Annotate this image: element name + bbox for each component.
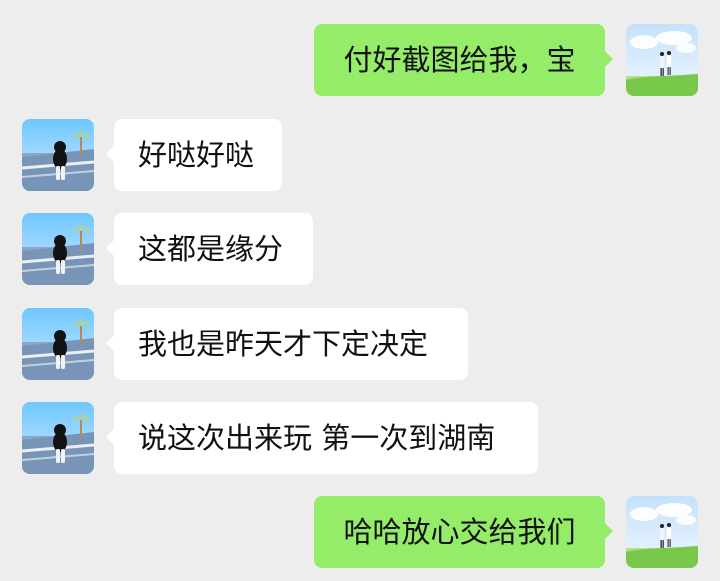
message-row-other-3: 我也是昨天才下定决定 [0, 308, 720, 380]
message-row-other-4: 说这次出来玩 第一次到湖南 [0, 402, 720, 474]
chat-window: 付好截图给我，宝 好哒好哒 这都是缘分 我也是昨天才下定决定 说这次出来玩 第一… [0, 0, 720, 581]
message-text-other-1: 好哒好哒 [138, 137, 255, 172]
message-text-other-2: 这都是缘分 [138, 231, 284, 266]
message-bubble-self-2[interactable]: 哈哈放心交给我们 [314, 496, 613, 568]
bubble-tail-icon [605, 51, 613, 67]
self-avatar-icon[interactable] [626, 24, 698, 96]
other-avatar-icon[interactable] [22, 308, 94, 380]
other-avatar-icon[interactable] [22, 402, 94, 474]
other-avatar-icon[interactable] [22, 119, 94, 191]
bubble-tail-icon [106, 240, 114, 256]
bubble-tail-icon [106, 146, 114, 162]
message-row-self-2: 哈哈放心交给我们 [0, 496, 720, 568]
other-avatar-icon[interactable] [22, 213, 94, 285]
message-bubble-other-2[interactable]: 这都是缘分 [106, 213, 313, 285]
message-bubble-other-1[interactable]: 好哒好哒 [106, 119, 282, 191]
message-text-self-2: 哈哈放心交给我们 [343, 514, 576, 549]
bubble-tail-icon [106, 335, 114, 351]
message-bubble-other-3[interactable]: 我也是昨天才下定决定 [106, 308, 468, 380]
message-row-other-1: 好哒好哒 [0, 119, 720, 191]
message-row-self-1: 付好截图给我，宝 [0, 24, 720, 96]
message-text-other-3: 我也是昨天才下定决定 [138, 326, 429, 361]
message-text-self-1: 付好截图给我，宝 [343, 42, 576, 77]
message-bubble-self-1[interactable]: 付好截图给我，宝 [314, 24, 613, 96]
message-text-other-4: 说这次出来玩 第一次到湖南 [138, 420, 496, 455]
bubble-tail-icon [106, 429, 114, 445]
self-avatar-icon[interactable] [626, 496, 698, 568]
message-bubble-other-4[interactable]: 说这次出来玩 第一次到湖南 [106, 402, 538, 474]
message-row-other-2: 这都是缘分 [0, 213, 720, 285]
bubble-tail-icon [605, 523, 613, 539]
